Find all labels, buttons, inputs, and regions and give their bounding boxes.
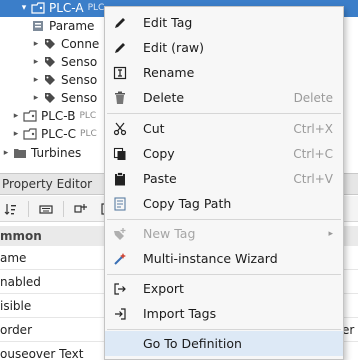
menu-item-export[interactable]: Export — [105, 276, 343, 301]
keyboard-icon[interactable] — [37, 200, 55, 218]
wizard-icon — [112, 251, 128, 267]
expand-arrow-icon[interactable]: ▸ — [10, 111, 22, 121]
tag-icon — [42, 38, 58, 50]
tree-label: PLC-A — [49, 1, 84, 15]
property-name: ame — [0, 250, 27, 265]
tree-type-label: PLC — [80, 129, 97, 139]
pencil-icon — [112, 15, 128, 31]
submenu-arrow-icon: ▸ — [328, 228, 333, 239]
menu-item-label: Multi-instance Wizard — [143, 251, 278, 266]
menu-separator — [107, 274, 341, 275]
rename-icon — [112, 65, 128, 81]
tree-label: Conne — [61, 37, 100, 51]
menu-item-label: Edit Tag — [143, 15, 193, 30]
menu-item-shortcut: Delete — [293, 90, 333, 105]
menu-item-label: Paste — [143, 171, 177, 186]
menu-item-import-tags[interactable]: Import Tags — [105, 301, 343, 326]
menu-item-new-tag[interactable]: New Tag ▸ — [105, 221, 343, 246]
add-property-icon[interactable] — [72, 200, 90, 218]
expand-arrow-icon[interactable]: ▸ — [30, 39, 42, 49]
menu-item-label: Copy — [143, 146, 175, 161]
menu-item-go-to-definition[interactable]: Go To Definition — [105, 331, 343, 356]
context-menu: Edit Tag Edit (raw) Rename Delete Delete… — [104, 6, 344, 360]
menu-item-label: Go To Definition — [143, 336, 242, 351]
tree-label: PLC-C — [41, 127, 77, 141]
toolbar-divider — [63, 200, 64, 217]
tree-label: Senso — [61, 91, 98, 105]
tree-type-label: PLC — [79, 111, 97, 121]
sort-icon[interactable] — [2, 200, 20, 218]
menu-item-shortcut: Ctrl+C — [293, 146, 333, 161]
folder-tag-icon — [22, 110, 38, 122]
copy-icon — [112, 146, 128, 162]
scissors-icon — [112, 121, 128, 137]
menu-separator — [107, 113, 341, 114]
property-editor-title: Property Editor — [2, 177, 93, 191]
expand-arrow-icon[interactable]: ▾ — [18, 3, 30, 13]
menu-item-multi-instance-wizard[interactable]: Multi-instance Wizard — [105, 246, 343, 271]
property-name: nabled — [0, 274, 41, 289]
menu-item-delete[interactable]: Delete Delete — [105, 85, 343, 110]
expand-arrow-icon[interactable]: ▸ — [30, 57, 42, 67]
expand-arrow-icon[interactable]: ▸ — [30, 93, 42, 103]
menu-item-label: Import Tags — [143, 306, 217, 321]
tag-icon — [42, 74, 58, 86]
menu-item-label: Rename — [143, 65, 195, 80]
pencil-icon — [112, 40, 128, 56]
expand-arrow-icon[interactable]: ▸ — [0, 148, 12, 158]
menu-item-copy[interactable]: Copy Ctrl+C — [105, 141, 343, 166]
folder-tag-icon — [30, 2, 46, 14]
menu-item-label: New Tag — [143, 226, 196, 241]
section-label: mmon — [0, 229, 42, 243]
import-icon — [112, 306, 128, 322]
property-name: isible — [0, 298, 32, 313]
menu-item-shortcut: Ctrl+X — [293, 121, 333, 136]
folder-icon — [12, 147, 28, 159]
menu-item-label: Copy Tag Path — [143, 196, 232, 211]
property-name: order — [0, 322, 32, 337]
toolbar-divider — [28, 200, 29, 217]
menu-item-rename[interactable]: Rename — [105, 60, 343, 85]
folder-tag-icon — [22, 128, 38, 140]
tree-label: Parame — [49, 19, 95, 33]
trash-icon — [112, 90, 128, 106]
export-icon — [112, 281, 128, 297]
menu-item-paste[interactable]: Paste Ctrl+V — [105, 166, 343, 191]
tag-icon — [42, 92, 58, 104]
expand-arrow-icon[interactable]: ▸ — [10, 129, 22, 139]
tree-label: Turbines — [31, 146, 82, 160]
menu-separator — [107, 219, 341, 220]
tree-label: Senso — [61, 73, 98, 87]
property-name: ouseover Text — [0, 346, 84, 360]
menu-item-copy-tag-path[interactable]: Copy Tag Path — [105, 191, 343, 216]
menu-item-cut[interactable]: Cut Ctrl+X — [105, 116, 343, 141]
tree-label: Senso — [61, 55, 98, 69]
copy-path-icon — [112, 196, 128, 212]
tag-icon — [42, 56, 58, 68]
menu-item-label: Export — [143, 281, 184, 296]
menu-item-edit-raw[interactable]: Edit (raw) — [105, 35, 343, 60]
clipboard-icon — [112, 171, 128, 187]
menu-item-label: Cut — [143, 121, 165, 136]
new-tag-icon — [112, 226, 128, 242]
menu-item-label: Delete — [143, 90, 185, 105]
tree-type-label: PLC — [87, 3, 105, 13]
menu-item-label: Edit (raw) — [143, 40, 204, 55]
menu-item-edit-tag[interactable]: Edit Tag — [105, 10, 343, 35]
expand-arrow-icon[interactable]: ▸ — [30, 75, 42, 85]
menu-separator — [107, 329, 341, 330]
tree-label: PLC-B — [41, 109, 76, 123]
udt-member-icon — [30, 20, 46, 32]
menu-item-shortcut: Ctrl+V — [293, 171, 333, 186]
